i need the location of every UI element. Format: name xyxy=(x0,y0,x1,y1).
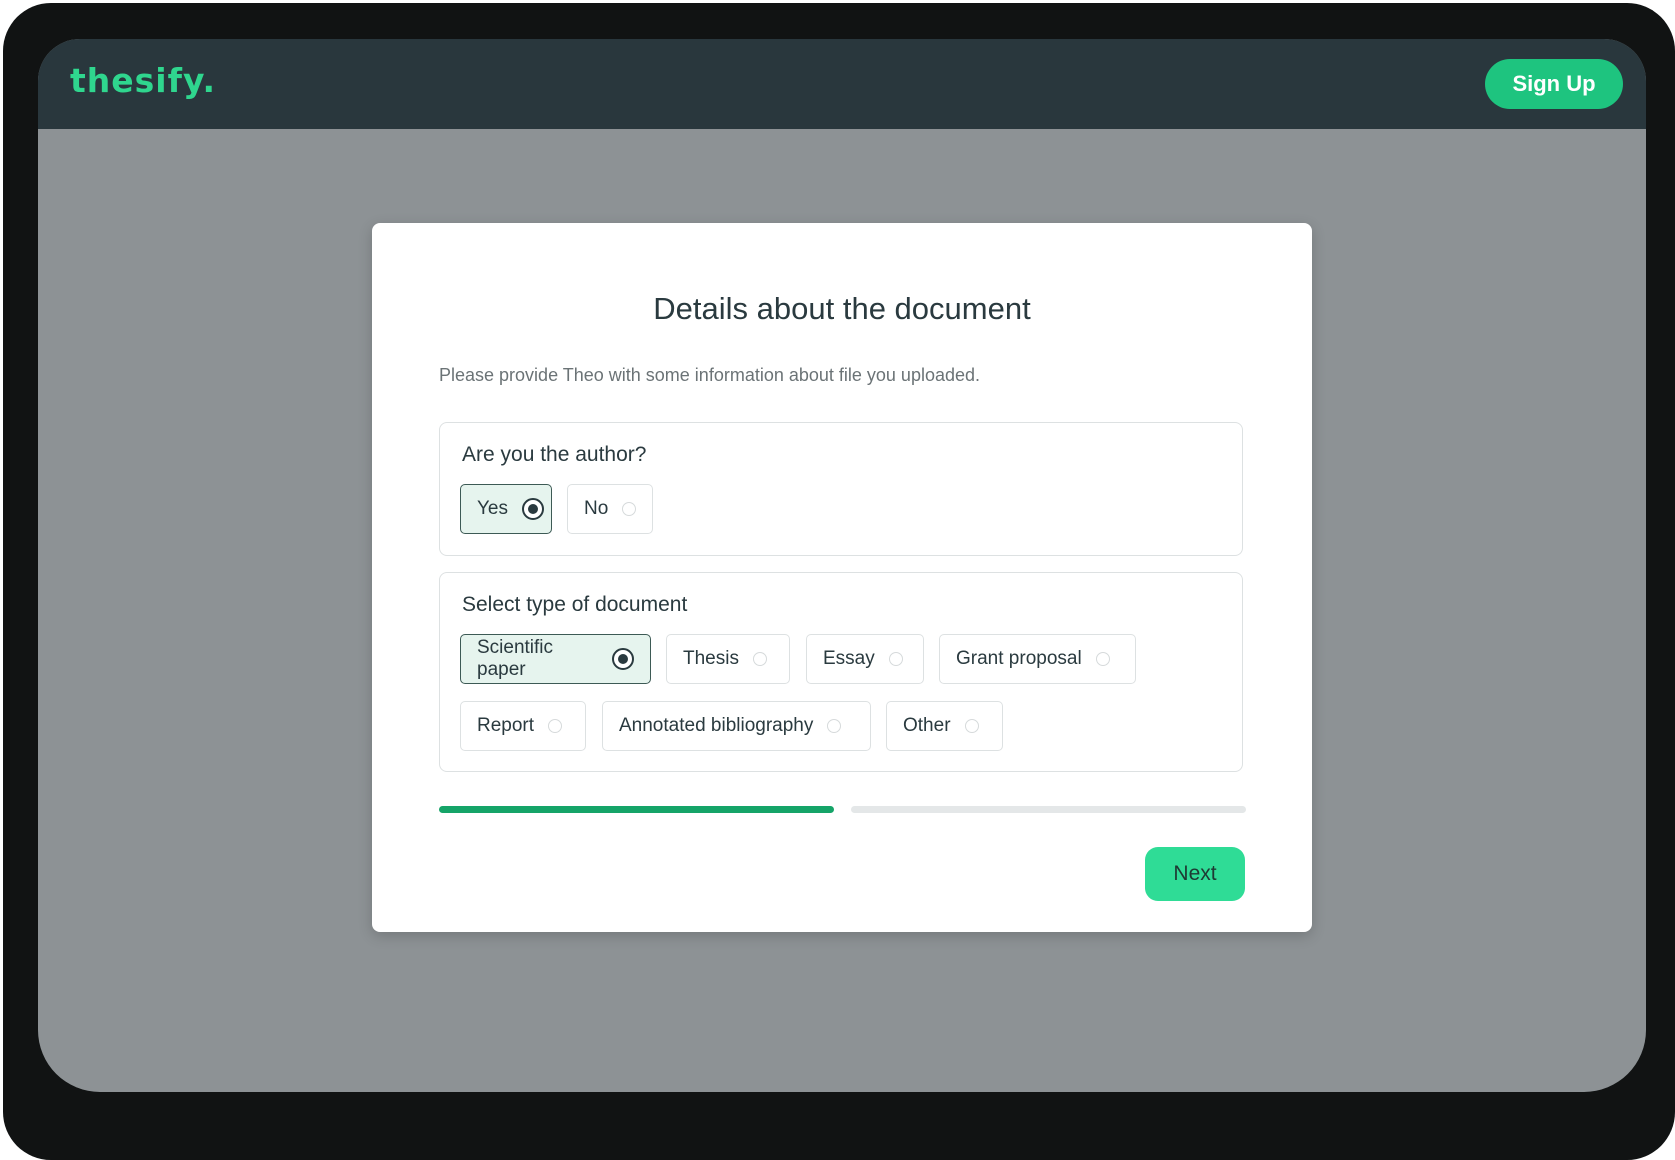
radio-selected-icon xyxy=(522,498,544,520)
doctype-option-grant-proposal[interactable]: Grant proposal xyxy=(939,634,1136,684)
author-option-yes[interactable]: Yes xyxy=(460,484,552,534)
option-label: Yes xyxy=(477,498,508,519)
sign-up-button[interactable]: Sign Up xyxy=(1485,59,1623,109)
next-button[interactable]: Next xyxy=(1145,847,1245,901)
doctype-option-essay[interactable]: Essay xyxy=(806,634,924,684)
document-type-section: Select type of document Scientific paper… xyxy=(439,572,1243,772)
doctype-option-other[interactable]: Other xyxy=(886,701,1003,751)
document-type-label: Select type of document xyxy=(462,593,688,616)
radio-unselected-icon xyxy=(964,719,979,733)
option-label: Other xyxy=(903,715,951,736)
option-label: Report xyxy=(477,715,535,736)
author-question-label: Are you the author? xyxy=(462,443,647,466)
option-label: No xyxy=(584,498,609,519)
radio-unselected-icon xyxy=(827,719,842,733)
doctype-option-annotated-bibliography[interactable]: Annotated bibliography xyxy=(602,701,871,751)
device-frame: thesify. Sign Up Details about the docum… xyxy=(3,3,1675,1160)
option-label: Annotated bibliography xyxy=(619,715,814,736)
radio-unselected-icon xyxy=(1095,652,1110,666)
option-label: Essay xyxy=(823,648,875,669)
radio-unselected-icon xyxy=(888,652,903,666)
radio-unselected-icon xyxy=(622,502,637,516)
radio-selected-icon xyxy=(612,648,634,670)
author-option-no[interactable]: No xyxy=(567,484,653,534)
doctype-option-scientific-paper[interactable]: Scientific paper xyxy=(460,634,651,684)
thesify-logo[interactable]: thesify. xyxy=(70,61,216,100)
option-label: Scientific paper xyxy=(477,637,554,680)
radio-unselected-icon xyxy=(548,719,563,733)
radio-unselected-icon xyxy=(752,652,767,666)
option-label: Grant proposal xyxy=(956,648,1082,669)
doctype-option-report[interactable]: Report xyxy=(460,701,586,751)
option-label: Thesis xyxy=(683,648,739,669)
app-screen: thesify. Sign Up Details about the docum… xyxy=(38,39,1646,1092)
progress-step-remaining xyxy=(851,806,1246,813)
progress-step-completed xyxy=(439,806,834,813)
top-navigation-bar: thesify. Sign Up xyxy=(38,39,1646,129)
modal-subtitle: Please provide Theo with some informatio… xyxy=(439,365,981,385)
author-question-section: Are you the author? Yes No xyxy=(439,422,1243,556)
document-details-modal: Details about the document Please provid… xyxy=(372,223,1312,932)
modal-title: Details about the document xyxy=(653,291,1031,326)
doctype-option-thesis[interactable]: Thesis xyxy=(666,634,790,684)
